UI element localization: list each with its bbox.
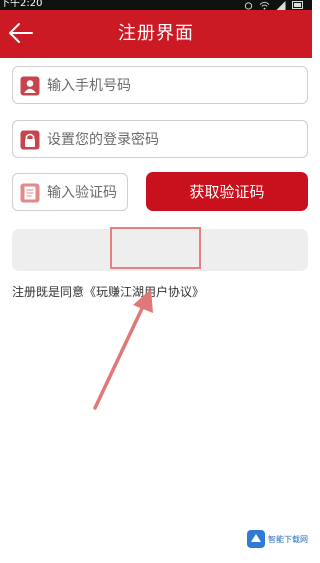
status-time: 下午2:20	[0, 0, 43, 9]
password-field[interactable]	[12, 120, 308, 159]
agreement-prefix: 注册既是同意	[12, 285, 85, 299]
get-code-button[interactable]: 获取验证码	[146, 172, 308, 211]
agreement-link[interactable]: 《玩赚江湖用户协议》	[84, 285, 204, 299]
lock-icon	[20, 130, 40, 150]
user-icon	[20, 76, 40, 96]
page-title: 注册界面	[118, 23, 194, 44]
code-field[interactable]	[12, 173, 129, 212]
annotation-highlight-box	[110, 227, 201, 269]
wifi-icon	[259, 1, 270, 10]
status-bar: 下午2:20	[0, 0, 312, 10]
document-icon	[20, 183, 40, 203]
watermark-text: 智能下载网	[268, 534, 308, 544]
watermark-logo-icon	[247, 530, 265, 548]
battery-icon	[292, 1, 303, 9]
signal-icon	[276, 0, 286, 10]
phone-input[interactable]	[45, 67, 299, 105]
watermark: 智能下载网	[247, 529, 308, 549]
alarm-icon	[244, 1, 253, 10]
app-header: 注册界面	[0, 10, 312, 58]
agreement-text: 注册既是同意《玩赚江湖用户协议》	[12, 283, 204, 300]
password-input[interactable]	[45, 121, 299, 159]
code-input[interactable]	[45, 174, 129, 212]
status-icons	[244, 0, 304, 10]
phone-field[interactable]	[12, 66, 308, 105]
